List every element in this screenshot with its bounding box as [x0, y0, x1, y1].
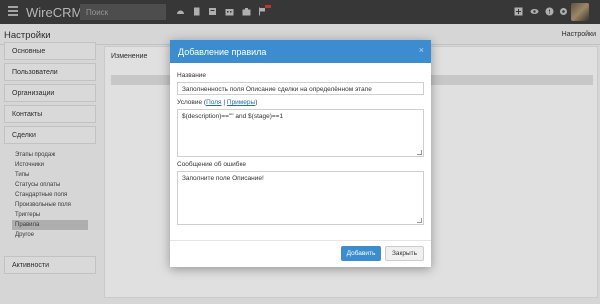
error-message-textarea[interactable]: Заполните поле Описание!: [177, 171, 424, 225]
fields-link[interactable]: Поля: [206, 99, 221, 106]
add-button[interactable]: Добавить: [341, 246, 381, 261]
condition-label: Условие (Поля | Примеры): [177, 99, 424, 106]
examples-link[interactable]: Примеры: [227, 99, 255, 106]
resize-handle[interactable]: [417, 150, 422, 155]
name-label: Название: [177, 72, 207, 79]
resize-handle[interactable]: [417, 218, 422, 223]
dialog-footer: Добавить Закрыть: [170, 240, 431, 267]
add-rule-dialog: Добавление правила × Название Заполненно…: [170, 40, 431, 267]
rule-name-input[interactable]: Заполненность поля Описание сделки на оп…: [177, 82, 424, 95]
error-message-label: Сообщение об ошибке: [177, 161, 247, 168]
close-icon[interactable]: ×: [419, 45, 424, 55]
dialog-title: Добавление правила: [178, 47, 267, 57]
dialog-body: Название Заполненность поля Описание сде…: [170, 63, 431, 230]
condition-textarea[interactable]: $(description)=="" and $(stage)==1: [177, 109, 424, 157]
condition-label-text: Условие (: [177, 99, 207, 106]
condition-label-suffix: ): [255, 99, 258, 106]
error-message-text: Заполните поле Описание!: [182, 175, 264, 182]
close-button[interactable]: Закрыть: [385, 246, 424, 261]
dialog-header: Добавление правила ×: [170, 40, 431, 63]
condition-text: $(description)=="" and $(stage)==1: [182, 113, 284, 120]
